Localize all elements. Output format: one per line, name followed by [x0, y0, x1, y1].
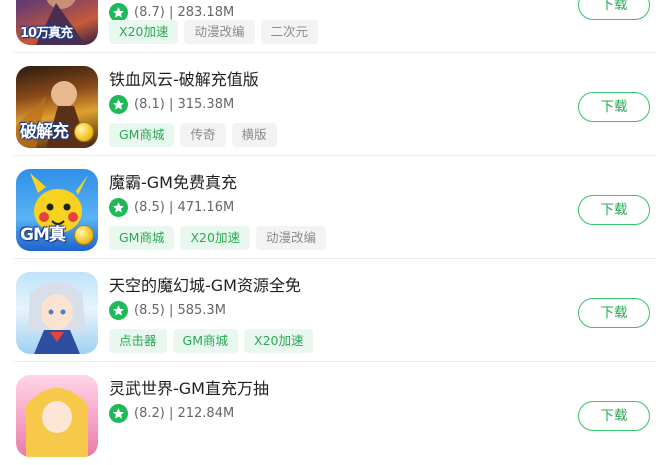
rating-value: (8.1) [134, 96, 165, 112]
tag[interactable]: 动漫改编 [255, 226, 326, 250]
tag[interactable]: GM商城 [109, 123, 175, 147]
tag-list: 点击器 GM商城 X20加速 [109, 329, 314, 353]
star-rating-icon [109, 300, 128, 320]
rating-row: (8.1) | 315.38M [109, 94, 234, 114]
file-size: 212.84M [177, 405, 235, 421]
tag[interactable]: GM商城 [172, 329, 238, 353]
file-size: 283.18M [177, 4, 235, 20]
file-size: 315.38M [177, 96, 235, 112]
tag-list: X20加速 动漫改编 二次元 [109, 20, 319, 44]
download-button[interactable]: 下载 [578, 195, 650, 225]
tag-list: GM商城 传奇 横版 [109, 123, 277, 147]
tag[interactable]: 传奇 [180, 123, 226, 147]
game-app-icon[interactable]: GM真 [16, 169, 98, 251]
game-app-icon[interactable]: 10万真充 [16, 0, 98, 45]
rating-row: (8.5) | 585.3M [109, 300, 226, 320]
tag-list: GM商城 X20加速 动漫改编 [109, 226, 326, 250]
game-app-icon[interactable] [16, 375, 98, 457]
rating-row: (8.2) | 212.84M [109, 403, 234, 423]
game-title[interactable]: 魔霸-GM免费真充 [109, 169, 237, 193]
rating-value: (8.5) [134, 302, 165, 318]
download-button[interactable]: 下载 [578, 298, 650, 328]
game-list-item[interactable]: 破解充 铁血风云-破解充值版 (8.1) | 315.38M GM商城 传奇 横… [0, 53, 670, 156]
game-list-item[interactable]: 灵武世界-GM直充万抽 (8.2) | 212.84M 下载 [0, 362, 670, 465]
game-list-item[interactable]: 10万真充 (8.7) | 283.18M X20加速 动漫改编 二次元 下载 [0, 0, 670, 53]
tag[interactable]: X20加速 [109, 20, 179, 44]
tag[interactable]: X20加速 [180, 226, 250, 250]
download-button[interactable]: 下载 [578, 92, 650, 122]
download-button[interactable]: 下载 [578, 401, 650, 431]
coin-icon [74, 122, 94, 142]
file-size: 585.3M [177, 302, 226, 318]
game-app-icon[interactable]: 破解充 [16, 66, 98, 148]
icon-badge-text: GM真 [20, 225, 66, 245]
game-title[interactable]: 灵武世界-GM直充万抽 [109, 375, 269, 399]
download-button[interactable]: 下载 [578, 0, 650, 20]
coin-icon [74, 225, 94, 245]
tag[interactable]: 横版 [231, 123, 277, 147]
rating-row: (8.5) | 471.16M [109, 197, 234, 217]
rating-value: (8.7) [134, 4, 165, 20]
rating-row: (8.7) | 283.18M [109, 2, 234, 22]
game-app-icon[interactable] [16, 272, 98, 354]
star-rating-icon [109, 403, 128, 423]
game-title[interactable]: 铁血风云-破解充值版 [109, 66, 259, 90]
game-list-item[interactable]: 天空的魔幻城-GM资源全免 (8.5) | 585.3M 点击器 GM商城 X2… [0, 259, 670, 362]
icon-badge-text: 破解充 [20, 122, 69, 142]
tag[interactable]: GM商城 [109, 226, 175, 250]
tag[interactable]: X20加速 [244, 329, 314, 353]
tag[interactable]: 点击器 [109, 329, 167, 353]
tag[interactable]: 动漫改编 [184, 20, 255, 44]
rating-value: (8.2) [134, 405, 165, 421]
game-list: 10万真充 (8.7) | 283.18M X20加速 动漫改编 二次元 下载 … [0, 0, 670, 457]
icon-badge-text: 10万真充 [20, 26, 73, 41]
star-rating-icon [109, 94, 128, 114]
star-rating-icon [109, 2, 128, 22]
game-list-item[interactable]: GM真 魔霸-GM免费真充 (8.5) | 471.16M GM商城 X20加速… [0, 156, 670, 259]
star-rating-icon [109, 197, 128, 217]
rating-value: (8.5) [134, 199, 165, 215]
tag[interactable]: 二次元 [260, 20, 319, 44]
file-size: 471.16M [177, 199, 235, 215]
game-title[interactable]: 天空的魔幻城-GM资源全免 [109, 272, 301, 296]
